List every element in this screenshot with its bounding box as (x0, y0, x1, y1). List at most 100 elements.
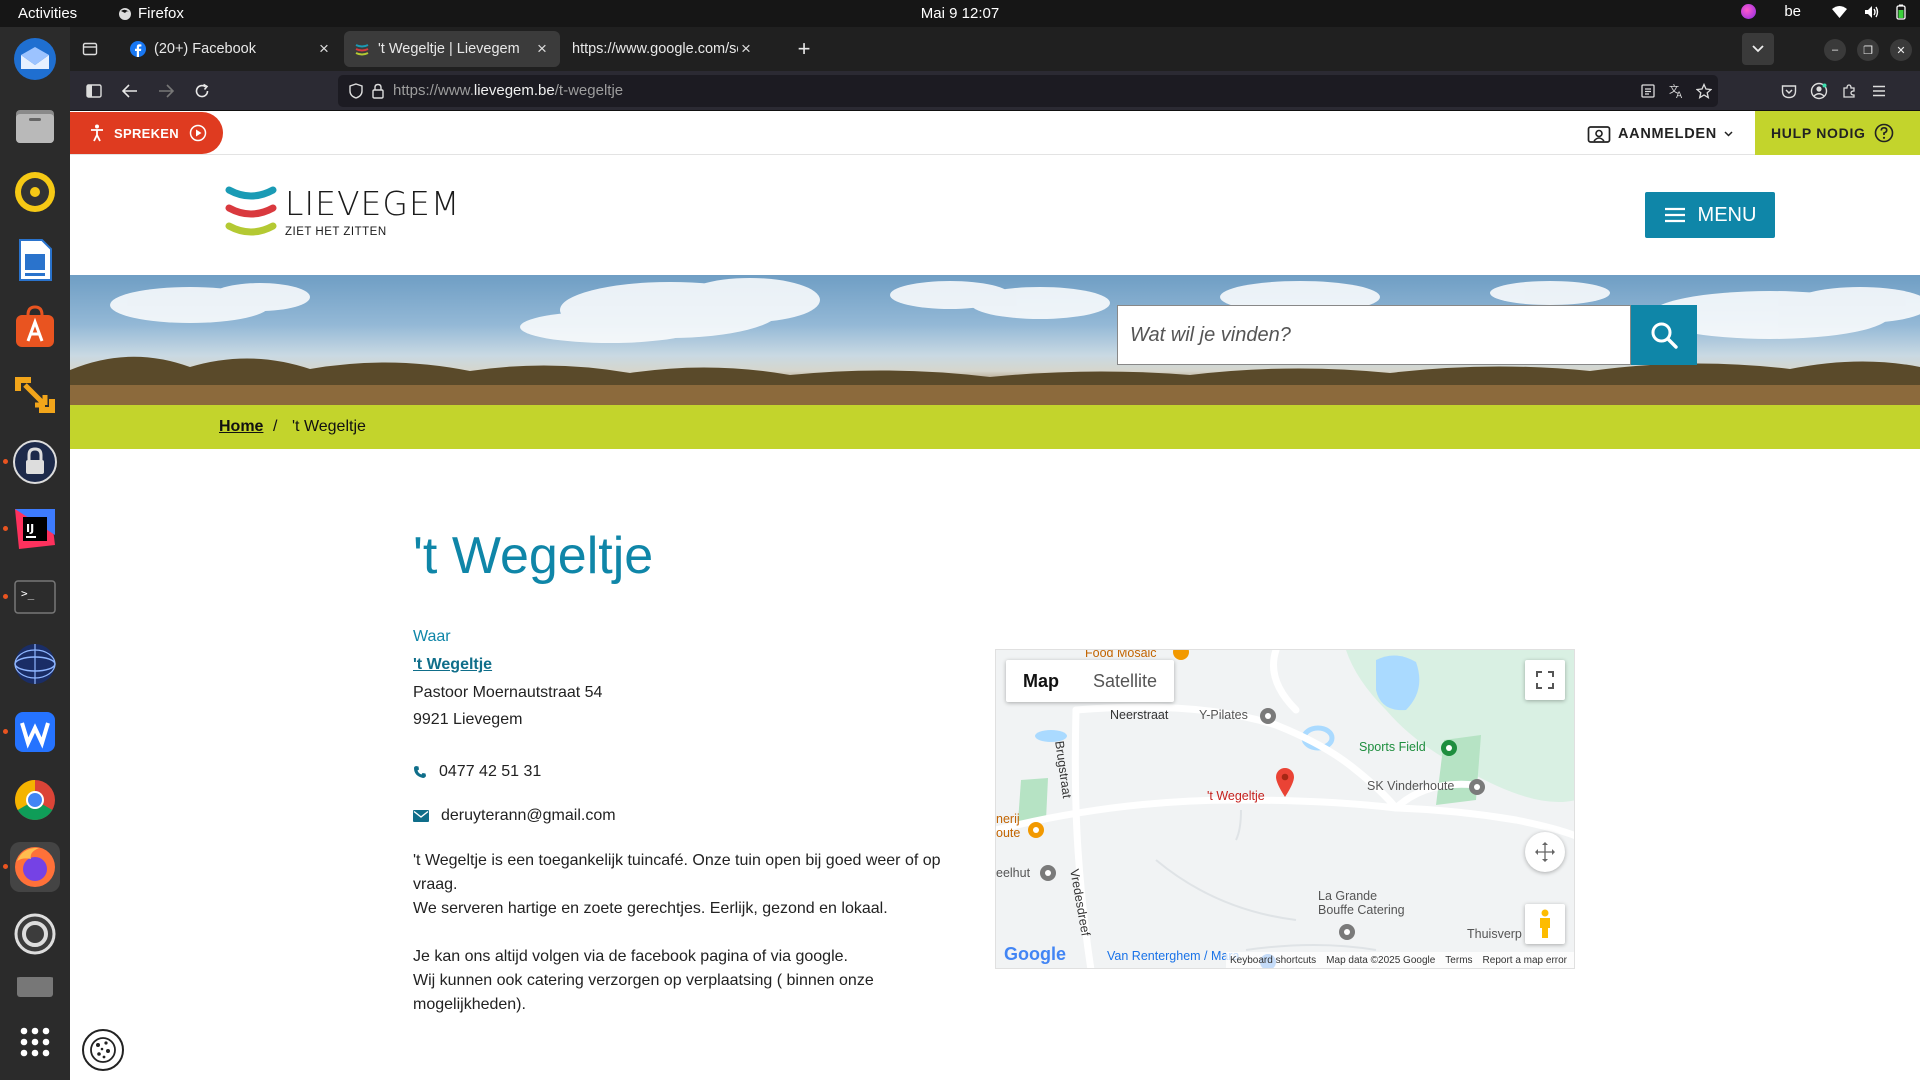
close-tab-icon[interactable]: × (316, 39, 332, 59)
reader-view-icon[interactable] (1641, 84, 1655, 98)
clock[interactable]: Mai 9 12:07 (921, 5, 999, 22)
search-input[interactable] (1117, 305, 1631, 365)
speak-button[interactable]: SPREKEN (70, 112, 223, 154)
breadcrumb-separator: / (273, 418, 278, 435)
globe-icon (14, 644, 56, 684)
google-logo[interactable]: Google (1004, 944, 1066, 965)
list-all-tabs-button[interactable] (1742, 33, 1774, 65)
site-logo[interactable]: LIEVEGEM ZIET HET ZITTEN (225, 182, 459, 243)
menu-button[interactable]: MENU (1645, 192, 1775, 238)
dock-layout-tool[interactable] (10, 370, 60, 420)
activities-button[interactable]: Activities (18, 5, 77, 22)
translate-icon[interactable]: 文A (1669, 83, 1685, 99)
phone-icon (414, 766, 426, 778)
map-label[interactable]: Van Renterghem / Mara (1107, 949, 1239, 963)
back-button[interactable] (118, 79, 142, 103)
map-type-satellite-button[interactable]: Satellite (1076, 660, 1174, 702)
place-name-link[interactable]: 't Wegeltje (413, 656, 492, 674)
map-label[interactable]: SK Vinderhoute (1367, 779, 1454, 793)
tab-google[interactable]: https://www.google.com/se × (562, 31, 764, 67)
padlock-icon[interactable] (371, 83, 385, 99)
dock-globe-app[interactable] (10, 639, 60, 689)
dock-files[interactable] (10, 100, 60, 150)
email-address[interactable]: deruyterann@gmail.com (441, 807, 616, 825)
chevron-down-icon (1724, 131, 1733, 137)
app-menu-button[interactable] (1867, 79, 1891, 103)
report-map-error-link[interactable]: Report a map error (1483, 955, 1567, 966)
dock-intellij[interactable]: IJ (10, 504, 60, 554)
tab-facebook[interactable]: (20+) Facebook × (120, 31, 342, 67)
dock-thunderbird[interactable] (10, 34, 60, 84)
color-picker-icon[interactable] (1741, 4, 1757, 19)
breadcrumb-home-link[interactable]: Home (219, 418, 263, 436)
lievegem-logo-icon (225, 186, 277, 236)
map-label[interactable]: Bouffe Catering (1318, 903, 1405, 917)
hamburger-icon (1664, 207, 1685, 223)
wifi-icon[interactable] (1831, 5, 1848, 19)
dock-rhythmbox[interactable] (10, 167, 60, 217)
dock-firefox[interactable] (10, 842, 60, 892)
sidebar-button[interactable] (82, 79, 106, 103)
close-tab-icon[interactable]: × (738, 39, 754, 59)
dock-chrome[interactable] (10, 775, 60, 825)
url-text[interactable]: https://www.lievegem.be/t-wegeltje (393, 82, 623, 99)
dock-terminal[interactable]: >_ (10, 572, 60, 622)
map-label[interactable]: eelhut (996, 866, 1030, 880)
show-apps-button[interactable] (10, 1017, 60, 1067)
extensions-button[interactable] (1837, 79, 1861, 103)
map-type-map-button[interactable]: Map (1006, 660, 1076, 702)
address-bar[interactable]: https://www.lievegem.be/t-wegeltje 文A (338, 75, 1718, 107)
chevron-down-icon (1752, 45, 1764, 53)
street-view-pegman[interactable] (1525, 904, 1565, 944)
close-tab-icon[interactable]: × (534, 39, 550, 59)
dock-password-manager[interactable] (10, 437, 60, 487)
login-button[interactable]: AANMELDEN (1587, 124, 1733, 144)
search-button[interactable] (1631, 305, 1697, 365)
system-tray[interactable]: be (1741, 3, 1906, 20)
help-label: HULP NODIG (1771, 125, 1866, 141)
close-window-button[interactable]: ✕ (1890, 39, 1912, 61)
bookmark-star-icon[interactable] (1696, 83, 1712, 99)
google-map[interactable]: Food Mosaic Neerstraat Y-Pilates Sports … (995, 649, 1575, 969)
tracking-shield-icon[interactable] (348, 83, 364, 99)
new-tab-button[interactable]: + (792, 36, 816, 61)
settings-gear-icon (14, 913, 56, 955)
account-button[interactable] (1807, 79, 1831, 103)
terms-link[interactable]: Terms (1445, 955, 1472, 966)
map-label[interactable]: 't Wegeltje (1207, 789, 1265, 803)
map-pan-control[interactable] (1525, 832, 1565, 872)
dock-libreoffice-writer[interactable] (10, 235, 60, 285)
phone-number[interactable]: 0477 42 51 31 (439, 763, 541, 781)
dock-wps-writer[interactable] (10, 707, 60, 757)
map-label[interactable]: Sports Field (1359, 740, 1426, 754)
svg-text:>_: >_ (21, 587, 35, 600)
speak-label: SPREKEN (114, 125, 179, 141)
description-line (413, 921, 973, 945)
plus-icon: + (797, 36, 811, 61)
pocket-button[interactable] (1777, 79, 1801, 103)
fullscreen-button[interactable] (1525, 660, 1565, 700)
keyboard-shortcuts-link[interactable]: Keyboard shortcuts (1230, 955, 1316, 966)
dock-indicator (3, 594, 8, 599)
description-line: Wij kunnen ook catering verzorgen op ver… (413, 972, 874, 1013)
help-button[interactable]: HULP NODIG (1755, 111, 1920, 155)
reload-button[interactable] (190, 79, 214, 103)
dock-extra[interactable] (10, 977, 60, 997)
dock-settings[interactable] (10, 909, 60, 959)
maximize-button[interactable]: ❐ (1857, 39, 1879, 61)
app-menu[interactable]: Firefox (118, 5, 184, 22)
battery-icon[interactable] (1896, 4, 1906, 20)
minimize-button[interactable]: – (1824, 39, 1846, 61)
firefox-view-icon (82, 42, 98, 56)
firefox-view-button[interactable] (78, 37, 102, 61)
forward-button[interactable] (154, 79, 178, 103)
keyboard-layout[interactable]: be (1784, 3, 1801, 20)
map-label[interactable]: Thuisverp (1467, 927, 1522, 941)
map-label[interactable]: Y-Pilates (1199, 708, 1248, 722)
map-label[interactable]: Food Mosaic (1085, 650, 1157, 660)
volume-icon[interactable] (1864, 5, 1880, 19)
map-label[interactable]: La Grande (1318, 889, 1377, 903)
tab-lievegem[interactable]: 't Wegeltje | Lievegem × (344, 31, 560, 67)
cookie-settings-button[interactable] (82, 1029, 124, 1071)
dock-app-center[interactable] (10, 302, 60, 352)
